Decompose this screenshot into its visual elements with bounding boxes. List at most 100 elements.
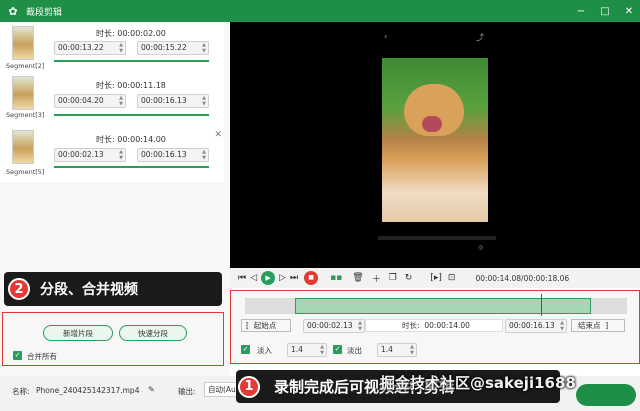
close-button[interactable]: ✕ (622, 6, 636, 17)
segment-start-field[interactable]: 00:00:13.22 ▲ ▼ (54, 41, 126, 55)
segment-start-value: 00:00:04.20 (58, 96, 104, 105)
segment-list: 时长: 00:00:02.00 00:00:13.22 ▲ ▼ 00:00:15.2… (0, 22, 224, 182)
annotation-number-2: 2 (8, 278, 30, 300)
set-end-button[interactable]: 结束点 ] (571, 319, 625, 332)
segment-duration: 时长: 00:00:14.00 (96, 135, 166, 144)
window-controls: − □ ✕ (574, 0, 636, 22)
annotation-text-2: 分段、合并视频 (40, 282, 138, 298)
set-start-label: 起始点 (253, 321, 277, 330)
segment-start-value: 00:00:13.22 (58, 43, 104, 52)
start-time-field[interactable]: 00:00:02.13 ▲ ▼ (303, 319, 365, 333)
segment-end-field[interactable]: 00:00:16.13 ▲ ▼ (137, 148, 209, 162)
segment-item[interactable]: 时长: 00:00:14.00 ✕ 00:00:02.13 ▲ ▼ 00:00:16… (0, 126, 224, 178)
spinner-icon[interactable]: ▲ ▼ (202, 149, 206, 161)
split-icon[interactable]: ▪▪ (330, 273, 342, 283)
delete-icon[interactable]: 🗑 (352, 273, 363, 283)
segment-end-field[interactable]: 00:00:15.22 ▲ ▼ (137, 41, 209, 55)
segment-item[interactable]: 时长: 00:00:02.00 00:00:13.22 ▲ ▼ 00:00:15.2… (0, 22, 224, 74)
fade-out-value: 1.4 (381, 345, 393, 354)
spinner-icon[interactable]: ▲ ▼ (202, 95, 206, 107)
spinner-icon[interactable]: ▲ ▼ (119, 42, 123, 54)
export-button[interactable] (576, 384, 636, 406)
step-back-icon[interactable]: ◁ (250, 273, 257, 283)
new-segment-button[interactable]: 新增片段 (43, 325, 113, 341)
stop-button[interactable]: ■ (304, 271, 319, 285)
segment-end-value: 00:00:15.22 (141, 43, 187, 52)
reset-icon[interactable]: ↻ (405, 273, 413, 283)
window-title: 裁段剪辑 (26, 7, 63, 18)
output-label: 输出: (178, 387, 196, 396)
mark-in-icon[interactable]: [▸] (430, 273, 442, 283)
skip-start-icon[interactable]: ⏮ (238, 273, 246, 283)
add-icon[interactable]: ＋ (372, 272, 381, 285)
segment-thumbnail (12, 76, 34, 110)
segment-duration: 时长: 00:00:02.00 (96, 29, 166, 38)
fade-in-field[interactable]: 1.4 ▲ ▼ (287, 343, 327, 357)
duration-display: 时长: 00:00:14.00 (365, 319, 503, 332)
fade-out-field[interactable]: 1.4 ▲ ▼ (377, 343, 417, 357)
merge-all-checkbox[interactable]: ✓ (13, 351, 22, 360)
back-icon[interactable]: ‹ (384, 32, 387, 41)
screenshot-icon[interactable]: ⊡ (448, 273, 456, 283)
segment-item[interactable]: 时长: 00:00:11.18 00:00:04.20 ▲ ▼ 00:00:16.1… (0, 74, 224, 126)
phone-icon: ◎ (478, 244, 484, 251)
spinner-icon[interactable]: ▲ ▼ (202, 42, 206, 54)
duration-value: 00:00:14.00 (424, 321, 470, 330)
filename-value[interactable]: Phone_240425142317.mp4 (36, 386, 139, 395)
filename-label: 名称: (12, 387, 30, 396)
segment-thumbnail (12, 26, 34, 60)
video-frame (382, 58, 488, 222)
maximize-button[interactable]: □ (598, 6, 612, 17)
spinner-icon[interactable]: ▲ ▼ (560, 320, 564, 332)
minimize-button[interactable]: − (574, 6, 588, 17)
fade-out-checkbox[interactable]: ✓ (333, 345, 342, 354)
spinner-icon[interactable]: ▲ ▼ (410, 344, 414, 356)
fade-in-value: 1.4 (291, 345, 303, 354)
phone-status-row (378, 236, 496, 240)
fade-in-checkbox[interactable]: ✓ (241, 345, 250, 354)
segment-end-value: 00:00:16.13 (141, 150, 187, 159)
player-time: 00:00:14.08/00:00:18.06 (475, 273, 570, 283)
set-end-label: 结束点 (578, 321, 601, 330)
frog-icon: ✿ (8, 4, 18, 18)
merge-all-label: 合并所有 (27, 352, 57, 361)
segment-actions-box: 新增片段 快速分段 ✓ 合并所有 (2, 312, 224, 366)
step-forward-icon[interactable]: ▷ (279, 273, 286, 283)
close-icon[interactable]: ✕ (214, 130, 222, 140)
set-start-button[interactable]: [ 起始点 (241, 319, 291, 332)
segment-range-bar (54, 60, 209, 62)
quick-split-button[interactable]: 快速分段 (119, 325, 187, 341)
segment-label: Segment[3] (6, 111, 45, 119)
segment-end-field[interactable]: 00:00:16.13 ▲ ▼ (137, 94, 209, 108)
play-button[interactable]: ▶ (261, 271, 276, 285)
skip-end-icon[interactable]: ⏭ (290, 273, 298, 283)
end-time-value: 00:00:16.13 (509, 321, 555, 330)
copy-icon[interactable]: ❐ (389, 273, 397, 283)
end-time-field[interactable]: 00:00:16.13 ▲ ▼ (505, 319, 567, 333)
share-icon[interactable]: ⤴ (476, 32, 484, 43)
start-time-value: 00:00:02.13 (307, 321, 353, 330)
timeline-track[interactable] (245, 294, 627, 316)
segment-range-bar (54, 166, 209, 168)
segment-start-value: 00:00:02.13 (58, 150, 104, 159)
spinner-icon[interactable]: ▲ ▼ (119, 95, 123, 107)
playhead[interactable] (541, 294, 542, 316)
selected-range[interactable] (295, 298, 591, 314)
spinner-icon[interactable]: ▲ ▼ (358, 320, 362, 332)
segment-duration: 时长: 00:00:11.18 (96, 81, 166, 90)
fade-out-label: 淡出 (347, 346, 362, 355)
edit-icon[interactable]: ✎ (148, 385, 155, 394)
dog-tongue (422, 116, 442, 132)
segment-start-field[interactable]: 00:00:02.13 ▲ ▼ (54, 148, 126, 162)
title-bar: ✿ 裁段剪辑 − □ ✕ (0, 0, 640, 22)
spinner-icon[interactable]: ▲ ▼ (119, 149, 123, 161)
segment-label: Segment[5] (6, 168, 45, 176)
player-controls: ⏮ ◁ ▶ ▷ ⏭ ■ ▪▪ 🗑 ＋ ❐ ↻ [▸] ⊡ 00:00:14.08… (230, 268, 640, 288)
annotation-number-1: 1 (238, 375, 260, 398)
segment-end-value: 00:00:16.13 (141, 96, 187, 105)
segment-label: Segment[2] (6, 62, 45, 70)
spinner-icon[interactable]: ▲ ▼ (320, 344, 324, 356)
fade-in-label: 淡入 (257, 346, 272, 355)
segment-start-field[interactable]: 00:00:04.20 ▲ ▼ (54, 94, 126, 108)
segment-thumbnail (12, 130, 34, 164)
